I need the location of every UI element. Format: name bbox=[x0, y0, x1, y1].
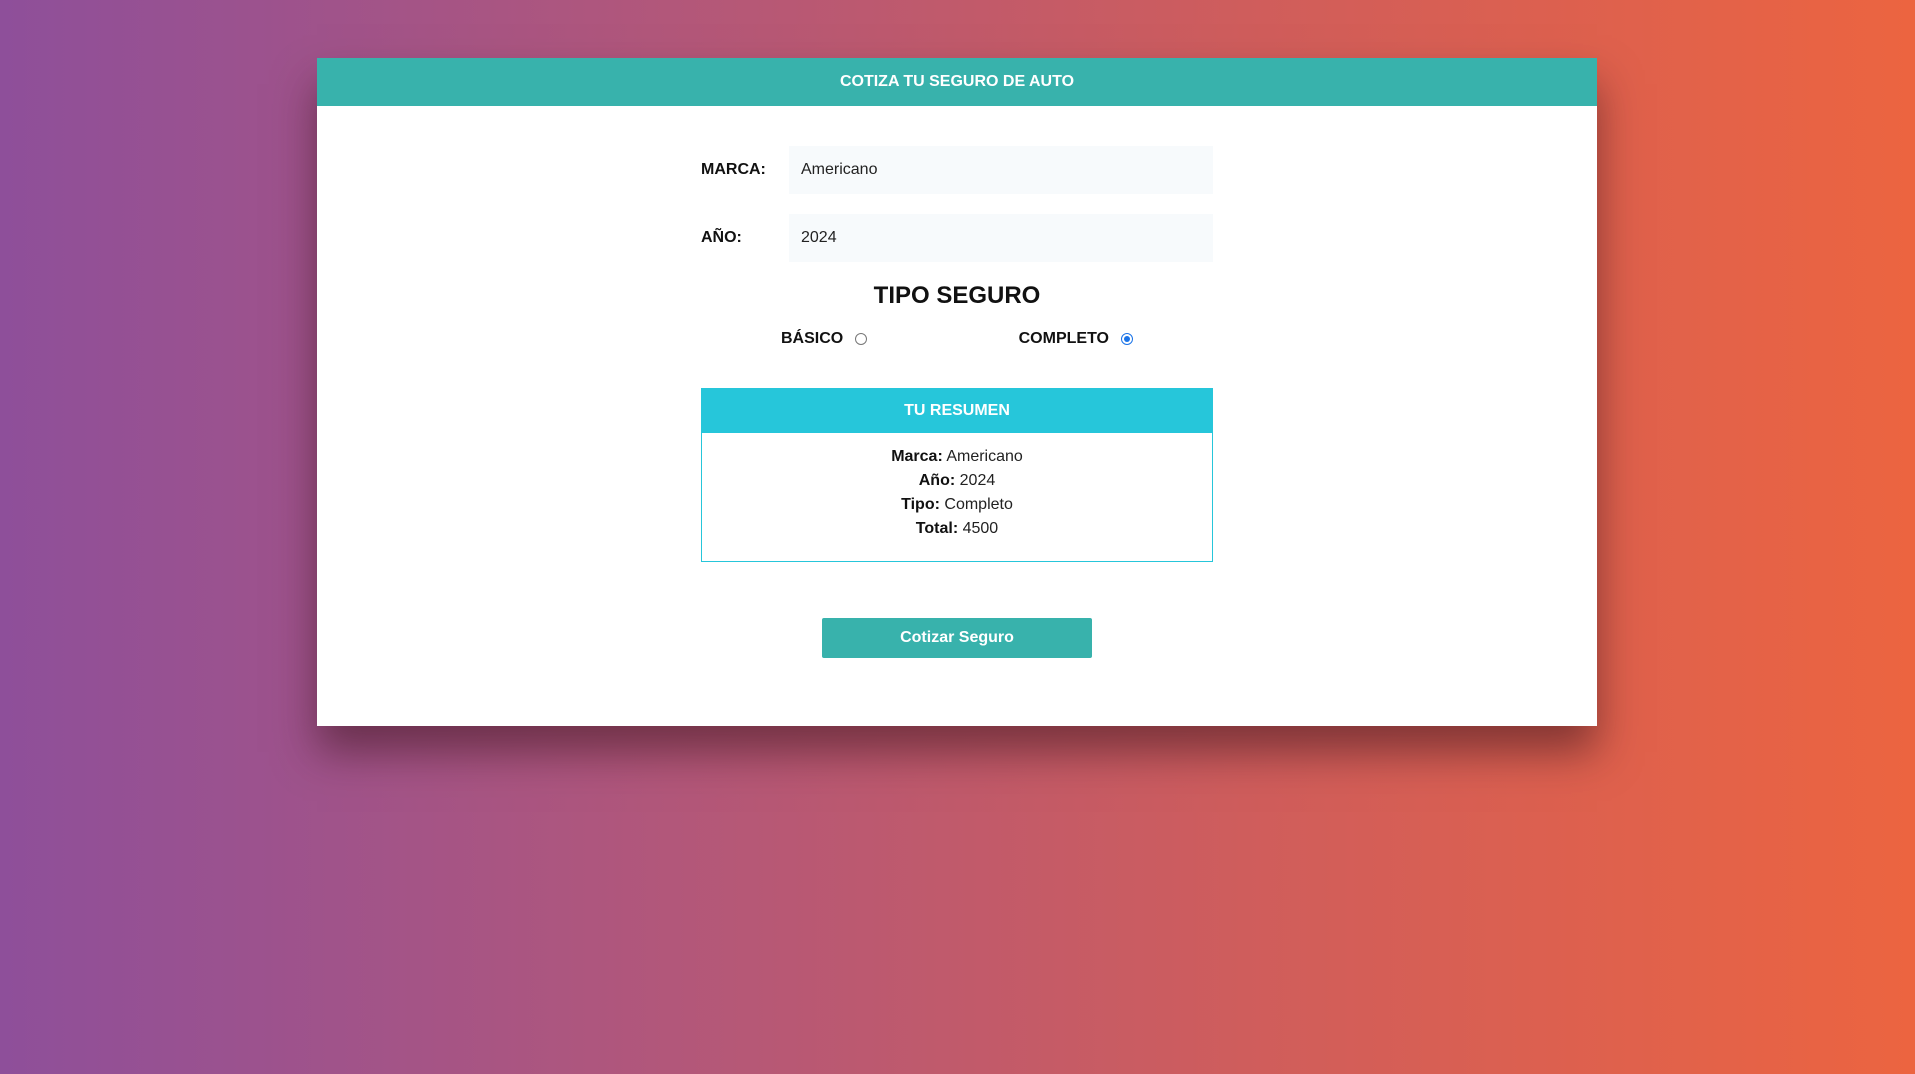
summary-value: Americano bbox=[946, 448, 1023, 465]
page-title: COTIZA TU SEGURO DE AUTO bbox=[317, 58, 1597, 106]
summary-body: Marca: Americano Año: 2024 Tipo: Complet… bbox=[702, 433, 1212, 561]
cotizar-seguro-button[interactable]: Cotizar Seguro bbox=[822, 618, 1092, 658]
tipo-seguro-options: BÁSICO COMPLETO bbox=[701, 330, 1213, 348]
anio-label: AÑO: bbox=[701, 229, 742, 246]
summary-panel: TU RESUMEN Marca: Americano Año: 2024 Ti… bbox=[701, 388, 1213, 562]
radio-basico[interactable] bbox=[855, 333, 868, 345]
radio-label-completo: COMPLETO bbox=[1018, 330, 1109, 347]
anio-select[interactable]: 2024 bbox=[789, 214, 1213, 262]
summary-title: TU RESUMEN bbox=[702, 389, 1212, 433]
summary-row-total: Total: 4500 bbox=[702, 517, 1212, 541]
tipo-seguro-title: TIPO SEGURO bbox=[873, 282, 1041, 309]
summary-label: Año: bbox=[918, 472, 956, 489]
summary-label: Tipo: bbox=[901, 496, 940, 513]
summary-label: Total: bbox=[915, 520, 959, 537]
radio-option-completo[interactable]: COMPLETO bbox=[1019, 330, 1133, 348]
radio-label-basico: BÁSICO bbox=[781, 330, 844, 347]
summary-value: 4500 bbox=[962, 520, 999, 537]
summary-label: Marca: bbox=[891, 448, 943, 465]
quote-form: MARCA: Americano AÑO: 2024 TIPO SEGURO B… bbox=[701, 146, 1213, 658]
quote-card: COTIZA TU SEGURO DE AUTO MARCA: American… bbox=[317, 58, 1597, 726]
summary-value: 2024 bbox=[959, 472, 996, 489]
summary-row-tipo: Tipo: Completo bbox=[702, 493, 1212, 517]
marca-select[interactable]: Americano bbox=[789, 146, 1213, 194]
summary-value: Completo bbox=[944, 496, 1013, 513]
summary-row-marca: Marca: Americano bbox=[702, 445, 1212, 469]
marca-field: MARCA: Americano bbox=[701, 146, 1213, 194]
radio-option-basico[interactable]: BÁSICO bbox=[781, 330, 868, 348]
radio-completo[interactable] bbox=[1121, 333, 1133, 345]
anio-field: AÑO: 2024 bbox=[701, 214, 1213, 262]
marca-label: MARCA: bbox=[701, 161, 766, 178]
summary-row-anio: Año: 2024 bbox=[702, 469, 1212, 493]
